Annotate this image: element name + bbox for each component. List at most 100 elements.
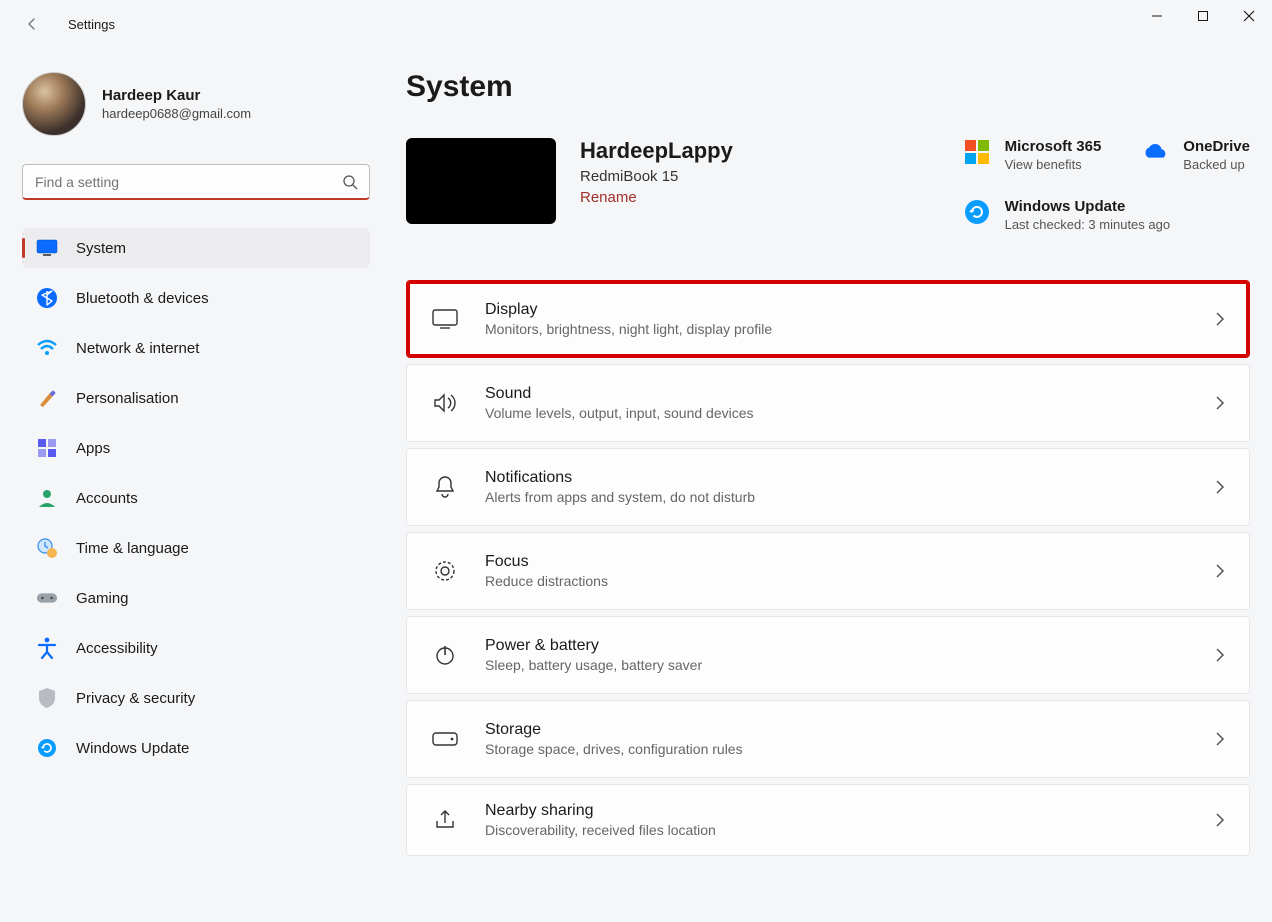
clock-globe-icon xyxy=(36,537,58,559)
wifi-icon xyxy=(36,337,58,359)
user-name: Hardeep Kaur xyxy=(102,87,251,104)
sound-icon xyxy=(431,389,459,417)
accessibility-icon xyxy=(36,637,58,659)
microsoft-365-card[interactable]: Microsoft 365 View benefits xyxy=(963,138,1102,172)
sidebar-item-gaming[interactable]: Gaming xyxy=(22,578,370,618)
bluetooth-icon xyxy=(36,287,58,309)
card-notifications[interactable]: Notifications Alerts from apps and syste… xyxy=(406,448,1250,526)
chevron-right-icon xyxy=(1215,312,1225,326)
minimize-button[interactable] xyxy=(1134,0,1180,32)
card-focus[interactable]: Focus Reduce distractions xyxy=(406,532,1250,610)
update-icon xyxy=(36,737,58,759)
sidebar-item-accounts[interactable]: Accounts xyxy=(22,478,370,518)
chevron-right-icon xyxy=(1215,813,1225,827)
chevron-right-icon xyxy=(1215,648,1225,662)
minimize-icon xyxy=(1151,10,1163,22)
sidebar-item-label: Accounts xyxy=(76,490,138,507)
cloud-icon xyxy=(1141,138,1169,166)
bell-icon xyxy=(431,473,459,501)
card-storage[interactable]: Storage Storage space, drives, configura… xyxy=(406,700,1250,778)
sidebar-item-system[interactable]: System xyxy=(22,228,370,268)
chevron-right-icon xyxy=(1215,732,1225,746)
device-name: HardeepLappy xyxy=(580,138,733,164)
sidebar-item-apps[interactable]: Apps xyxy=(22,428,370,468)
sidebar-item-network[interactable]: Network & internet xyxy=(22,328,370,368)
gamepad-icon xyxy=(36,587,58,609)
sidebar-item-windows-update[interactable]: Windows Update xyxy=(22,728,370,768)
card-title: Power & battery xyxy=(485,637,702,655)
card-desc: Volume levels, output, input, sound devi… xyxy=(485,405,754,421)
onedrive-card[interactable]: OneDrive Backed up xyxy=(1141,138,1250,172)
card-title: Nearby sharing xyxy=(485,802,716,820)
card-desc: Discoverability, received files location xyxy=(485,822,716,838)
device-preview xyxy=(406,138,556,224)
close-button[interactable] xyxy=(1226,0,1272,32)
sidebar-item-accessibility[interactable]: Accessibility xyxy=(22,628,370,668)
sidebar-item-label: Bluetooth & devices xyxy=(76,290,209,307)
rename-link[interactable]: Rename xyxy=(580,189,637,206)
sidebar-item-label: Accessibility xyxy=(76,640,158,657)
card-title: Sound xyxy=(485,385,754,403)
chevron-right-icon xyxy=(1215,564,1225,578)
sidebar-item-label: Network & internet xyxy=(76,340,199,357)
user-email: hardeep0688@gmail.com xyxy=(102,106,251,121)
apps-icon xyxy=(36,437,58,459)
search-icon xyxy=(342,174,358,190)
share-icon xyxy=(431,806,459,834)
onedrive-sub: Backed up xyxy=(1183,157,1250,172)
sidebar-item-label: Time & language xyxy=(76,540,189,557)
update-icon xyxy=(963,198,991,226)
card-title: Notifications xyxy=(485,469,755,487)
search-input[interactable] xyxy=(22,164,370,200)
onedrive-title: OneDrive xyxy=(1183,138,1250,155)
sidebar-item-time-language[interactable]: Time & language xyxy=(22,528,370,568)
card-desc: Storage space, drives, configuration rul… xyxy=(485,741,743,757)
sidebar-item-label: Apps xyxy=(76,440,110,457)
window-title: Settings xyxy=(68,17,115,32)
display-icon xyxy=(431,305,459,333)
sidebar-item-personalisation[interactable]: Personalisation xyxy=(22,378,370,418)
card-desc: Alerts from apps and system, do not dist… xyxy=(485,489,755,505)
sidebar-item-label: System xyxy=(76,240,126,257)
sidebar-item-privacy[interactable]: Privacy & security xyxy=(22,678,370,718)
microsoft-icon xyxy=(963,138,991,166)
sidebar-item-label: Windows Update xyxy=(76,740,189,757)
card-title: Focus xyxy=(485,553,608,571)
update-title: Windows Update xyxy=(1005,198,1171,215)
arrow-left-icon xyxy=(24,16,40,32)
back-button[interactable] xyxy=(20,12,44,36)
sidebar-item-label: Personalisation xyxy=(76,390,179,407)
person-icon xyxy=(36,487,58,509)
card-nearby-sharing[interactable]: Nearby sharing Discoverability, received… xyxy=(406,784,1250,856)
sidebar-item-label: Privacy & security xyxy=(76,690,195,707)
shield-icon xyxy=(36,687,58,709)
card-title: Storage xyxy=(485,721,743,739)
device-model: RedmiBook 15 xyxy=(580,168,733,185)
sidebar-item-label: Gaming xyxy=(76,590,129,607)
paintbrush-icon xyxy=(36,387,58,409)
chevron-right-icon xyxy=(1215,396,1225,410)
card-desc: Reduce distractions xyxy=(485,573,608,589)
sidebar-item-bluetooth[interactable]: Bluetooth & devices xyxy=(22,278,370,318)
chevron-right-icon xyxy=(1215,480,1225,494)
power-icon xyxy=(431,641,459,669)
storage-icon xyxy=(431,725,459,753)
card-display[interactable]: Display Monitors, brightness, night ligh… xyxy=(406,280,1250,358)
maximize-icon xyxy=(1197,10,1209,22)
windows-update-card[interactable]: Windows Update Last checked: 3 minutes a… xyxy=(963,198,1250,232)
m365-sub: View benefits xyxy=(1005,157,1102,172)
maximize-button[interactable] xyxy=(1180,0,1226,32)
close-icon xyxy=(1243,10,1255,22)
card-desc: Sleep, battery usage, battery saver xyxy=(485,657,702,673)
avatar xyxy=(22,72,86,136)
m365-title: Microsoft 365 xyxy=(1005,138,1102,155)
card-desc: Monitors, brightness, night light, displ… xyxy=(485,321,772,337)
update-sub: Last checked: 3 minutes ago xyxy=(1005,217,1171,232)
card-sound[interactable]: Sound Volume levels, output, input, soun… xyxy=(406,364,1250,442)
page-title: System xyxy=(406,70,1250,104)
system-icon xyxy=(36,237,58,259)
card-title: Display xyxy=(485,301,772,319)
profile-block[interactable]: Hardeep Kaur hardeep0688@gmail.com xyxy=(22,72,370,136)
card-power-battery[interactable]: Power & battery Sleep, battery usage, ba… xyxy=(406,616,1250,694)
focus-icon xyxy=(431,557,459,585)
